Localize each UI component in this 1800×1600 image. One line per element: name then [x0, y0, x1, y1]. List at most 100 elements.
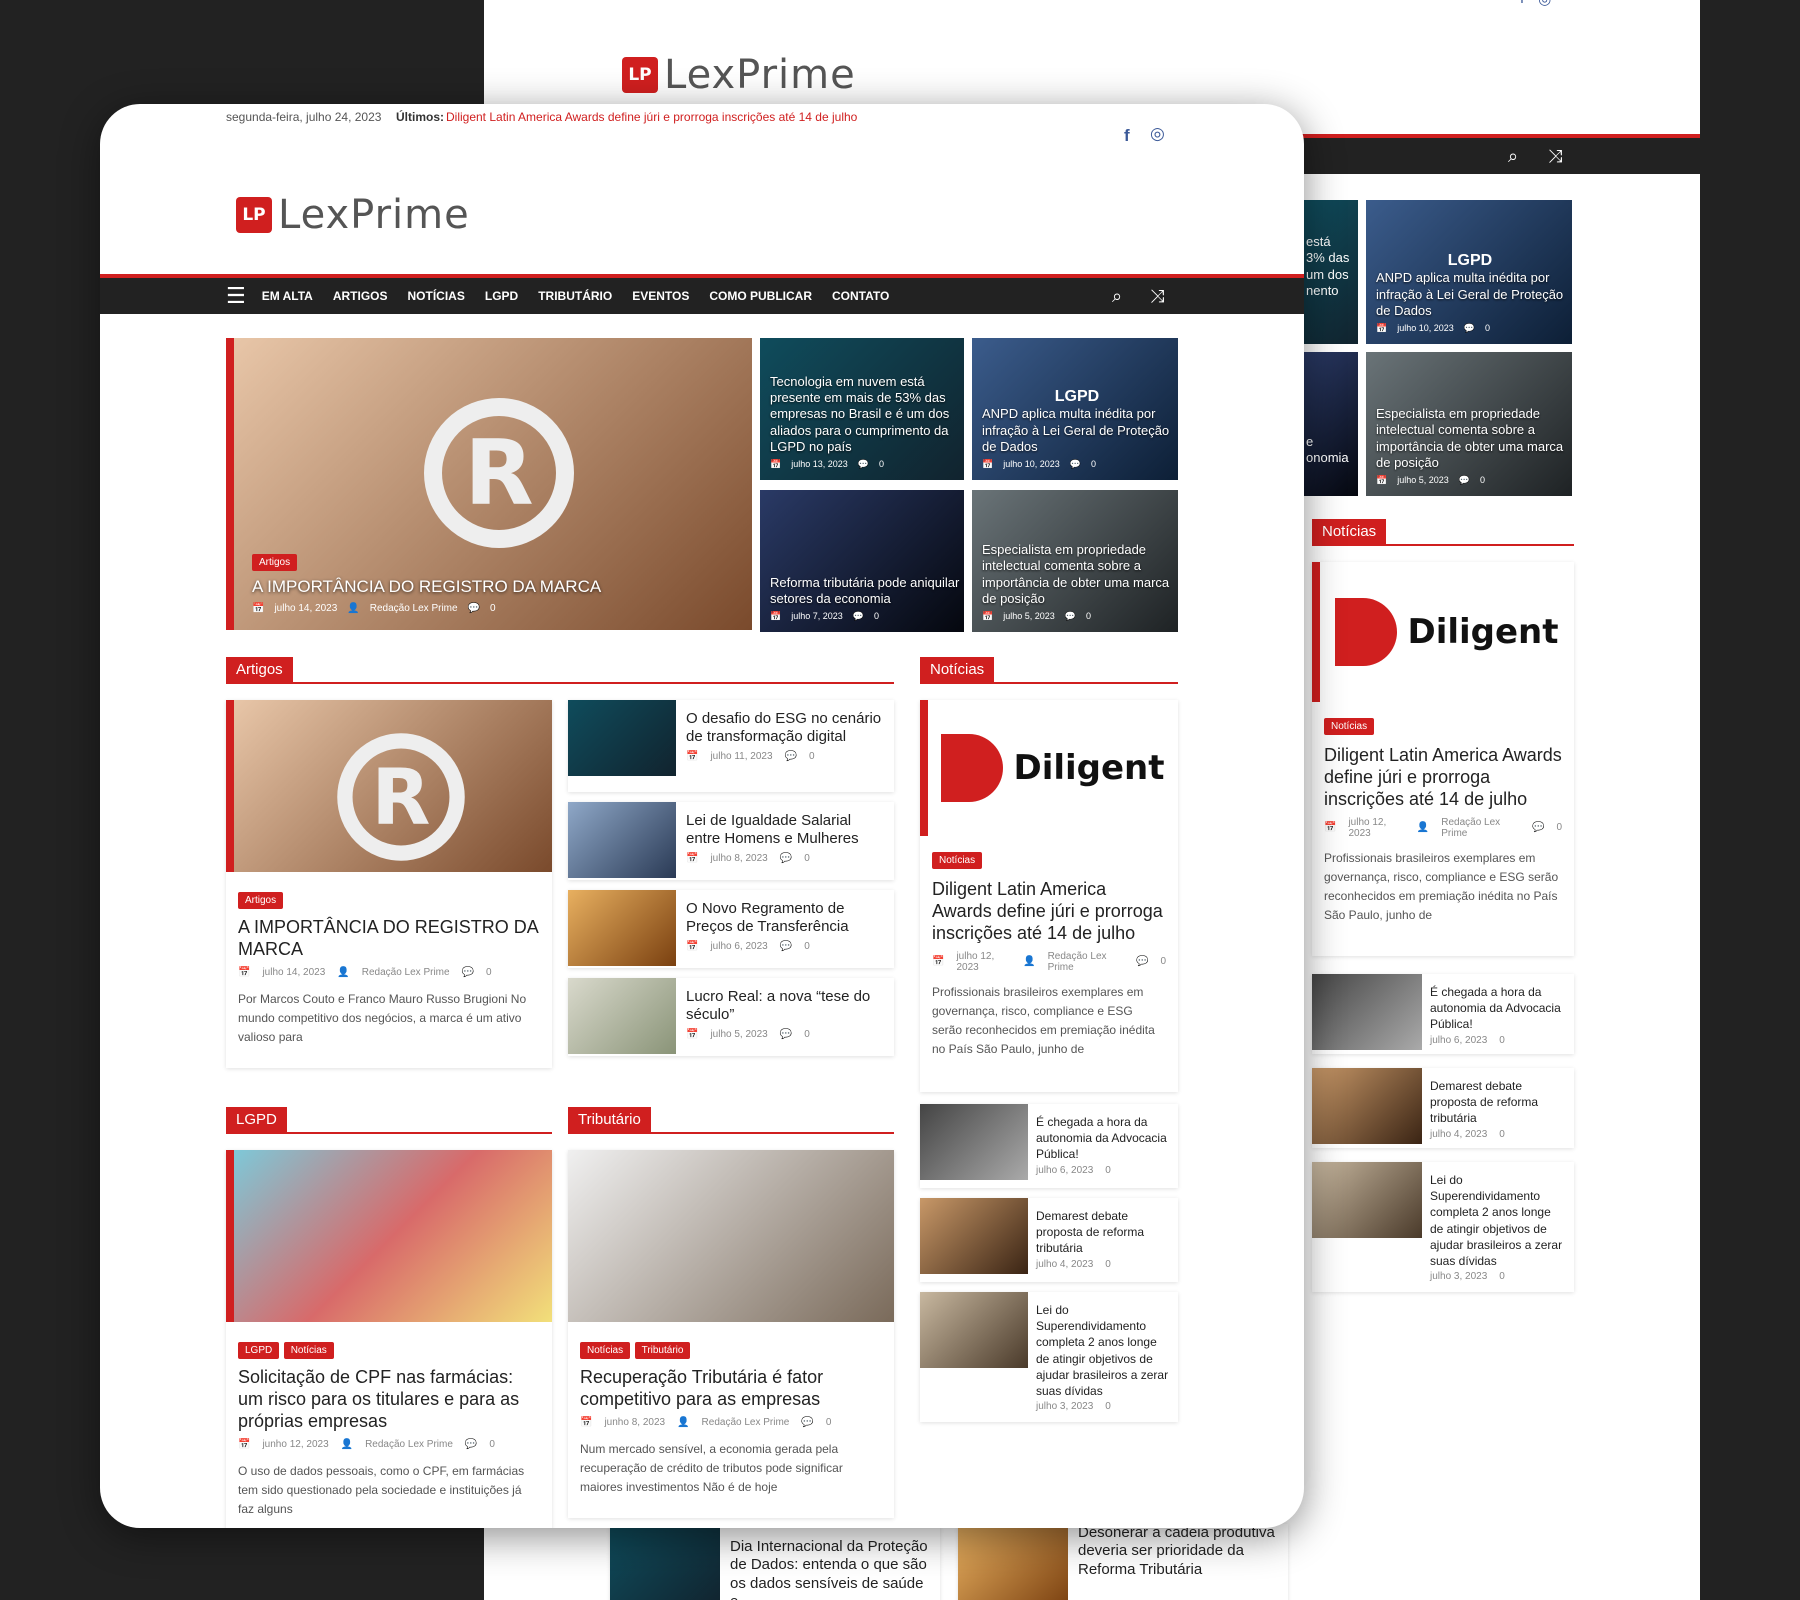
article-comments[interactable]: 0: [1105, 1259, 1111, 1270]
article-comments[interactable]: 0: [826, 1417, 832, 1428]
article-thumbnail[interactable]: [568, 700, 676, 776]
section-heading[interactable]: Notícias: [920, 657, 995, 682]
article-title[interactable]: Diligent Latin America Awards define júr…: [1324, 745, 1562, 811]
article-date[interactable]: junho 12, 2023: [262, 1439, 328, 1450]
category-badge-lgpd[interactable]: LGPD: [238, 1342, 280, 1359]
article-title[interactable]: O desafio do ESG no cenário de transform…: [686, 710, 886, 747]
list-item[interactable]: Lucro Real: a nova “tese do século” 📅 jul…: [568, 978, 894, 1056]
category-badge[interactable]: Artigos: [238, 892, 284, 909]
hero-tile[interactable]: Especialista em propriedade intelectual …: [972, 490, 1178, 632]
article-title[interactable]: Recuperação Tributária é fator competiti…: [580, 1367, 882, 1411]
list-item[interactable]: O Novo Regramento de Preços de Transferê…: [568, 890, 894, 968]
article-title[interactable]: Demarest debate proposta de reforma trib…: [1036, 1208, 1172, 1257]
section-heading[interactable]: Notícias: [1312, 519, 1387, 544]
article-date[interactable]: julho 3, 2023: [1036, 1401, 1093, 1412]
facebook-icon[interactable]: f: [1124, 126, 1130, 146]
article-comments[interactable]: 0: [489, 1439, 495, 1450]
article-thumbnail[interactable]: [1312, 1068, 1422, 1144]
category-badge-noticias[interactable]: Notícias: [283, 1342, 334, 1359]
section-heading[interactable]: Artigos: [226, 657, 293, 682]
article-date[interactable]: junho 8, 2023: [604, 1417, 665, 1428]
hero-author[interactable]: Redação Lex Prime: [370, 603, 458, 614]
menu-icon[interactable]: ☰: [226, 283, 246, 309]
article-image[interactable]: [568, 1150, 894, 1322]
hero-tile[interactable]: LGPD ANPD aplica multa inédita por infra…: [972, 338, 1178, 480]
article-comments[interactable]: 0: [1499, 1035, 1505, 1046]
article-date[interactable]: julho 3, 2023: [1430, 1271, 1487, 1282]
article-thumbnail[interactable]: [568, 978, 676, 1054]
article-date[interactable]: julho 6, 2023: [710, 941, 767, 952]
nav-item-noticias[interactable]: NOTÍCIAS: [408, 289, 465, 303]
article-comments[interactable]: 0: [486, 967, 492, 978]
section-heading[interactable]: Tributário: [568, 1107, 651, 1132]
article-title[interactable]: A IMPORTÂNCIA DO REGISTRO DA MARCA: [238, 917, 540, 961]
nav-item-tributario[interactable]: TRIBUTÁRIO: [538, 289, 612, 303]
list-item[interactable]: Lei do Superendividamento completa 2 ano…: [920, 1292, 1178, 1422]
nav-item-artigos[interactable]: ARTIGOS: [333, 289, 388, 303]
article-title[interactable]: Lei do Superendividamento completa 2 ano…: [1036, 1302, 1172, 1399]
hero-tile[interactable]: Tecnologia em nuvem está presente em mai…: [760, 338, 964, 480]
nav-item-como-publicar[interactable]: COMO PUBLICAR: [709, 289, 812, 303]
article-thumbnail[interactable]: [1312, 974, 1422, 1050]
article-date[interactable]: julho 4, 2023: [1036, 1259, 1093, 1270]
article-title[interactable]: Diligent Latin America Awards define júr…: [932, 879, 1166, 945]
hero-date[interactable]: julho 14, 2023: [274, 603, 337, 614]
article-comments[interactable]: 0: [1556, 822, 1562, 833]
article-title[interactable]: É chegada a hora da autonomia da Advocac…: [1430, 984, 1566, 1033]
article-title[interactable]: Demarest debate proposta de reforma trib…: [1430, 1078, 1566, 1127]
back-list-item[interactable]: É chegada a hora da autonomia da Advocac…: [1312, 974, 1574, 1054]
article-date[interactable]: julho 6, 2023: [1430, 1035, 1487, 1046]
article-thumbnail[interactable]: [568, 802, 676, 878]
article-comments[interactable]: 0: [1499, 1129, 1505, 1140]
category-badge[interactable]: Artigos: [252, 554, 298, 571]
site-logo[interactable]: LP LexPrime: [236, 192, 470, 238]
hero-tile[interactable]: Reforma tributária pode aniquilar setore…: [760, 490, 964, 632]
diligent-image[interactable]: Diligent: [920, 700, 1178, 836]
article-title[interactable]: Lei de Igualdade Salarial entre Homens e…: [686, 812, 886, 849]
article-author[interactable]: Redação Lex Prime: [1441, 817, 1520, 839]
article-comments[interactable]: 0: [1499, 1271, 1505, 1282]
article-date[interactable]: julho 12, 2023: [1348, 817, 1404, 839]
article-title[interactable]: Lei do Superendividamento completa 2 ano…: [1430, 1172, 1566, 1269]
search-icon[interactable]: ⌕: [1508, 146, 1518, 167]
diligent-image[interactable]: Diligent: [1312, 562, 1574, 702]
instagram-icon[interactable]: ◎: [1150, 124, 1165, 144]
article-comments[interactable]: 0: [1105, 1401, 1111, 1412]
back-bottom-item[interactable]: Dia Internacional da Proteção de Dados: …: [610, 1524, 940, 1600]
article-image[interactable]: R: [226, 700, 552, 872]
latest-news-link[interactable]: Diligent Latin America Awards define júr…: [446, 110, 857, 124]
nav-item-lgpd[interactable]: LGPD: [485, 289, 518, 303]
article-date[interactable]: julho 12, 2023: [956, 951, 1011, 973]
back-logo[interactable]: LP LexPrime: [622, 52, 856, 98]
article-comments[interactable]: 0: [1105, 1165, 1111, 1176]
article-date[interactable]: julho 4, 2023: [1430, 1129, 1487, 1140]
back-tile-marca[interactable]: Especialista em propriedade intelectual …: [1366, 352, 1572, 496]
article-comments[interactable]: 0: [809, 751, 815, 762]
list-item[interactable]: O desafio do ESG no cenário de transform…: [568, 700, 894, 792]
article-thumbnail[interactable]: [920, 1104, 1028, 1180]
article-date[interactable]: julho 11, 2023: [710, 751, 772, 762]
shuffle-icon[interactable]: ⤨: [1150, 286, 1164, 307]
nav-item-eventos[interactable]: EVENTOS: [632, 289, 689, 303]
back-tile-cloud[interactable]: está 3% das um dos nento: [1304, 200, 1358, 344]
article-thumbnail[interactable]: [920, 1198, 1028, 1274]
hero-title[interactable]: A IMPORTÂNCIA DO REGISTRO DA MARCA: [252, 577, 732, 597]
article-title[interactable]: É chegada a hora da autonomia da Advocac…: [1036, 1114, 1172, 1163]
back-bottom-item[interactable]: Desonerar a cadeia produtiva deveria ser…: [958, 1524, 1288, 1600]
article-date[interactable]: julho 5, 2023: [710, 1029, 767, 1040]
article-title[interactable]: Solicitação de CPF nas farmácias: um ris…: [238, 1367, 540, 1433]
category-badge-tributario[interactable]: Tributário: [634, 1342, 691, 1359]
article-image[interactable]: [226, 1150, 552, 1322]
nav-item-em-alta[interactable]: EM ALTA: [262, 289, 313, 303]
article-thumbnail[interactable]: [920, 1292, 1028, 1368]
back-list-item[interactable]: Lei do Superendividamento completa 2 ano…: [1312, 1162, 1574, 1292]
article-title[interactable]: Dia Internacional da Proteção de Dados: …: [730, 1538, 930, 1600]
search-icon[interactable]: ⌕: [1112, 286, 1122, 307]
article-title[interactable]: O Novo Regramento de Preços de Transferê…: [686, 900, 886, 937]
list-item[interactable]: Lei de Igualdade Salarial entre Homens e…: [568, 802, 894, 880]
shuffle-icon[interactable]: ⤨: [1548, 146, 1562, 167]
hero-comments[interactable]: 0: [490, 603, 496, 614]
back-tile-anpd[interactable]: LGPD ANPD aplica multa inédita por infra…: [1366, 200, 1572, 344]
article-comments[interactable]: 0: [804, 941, 810, 952]
article-author[interactable]: Redação Lex Prime: [362, 967, 450, 978]
